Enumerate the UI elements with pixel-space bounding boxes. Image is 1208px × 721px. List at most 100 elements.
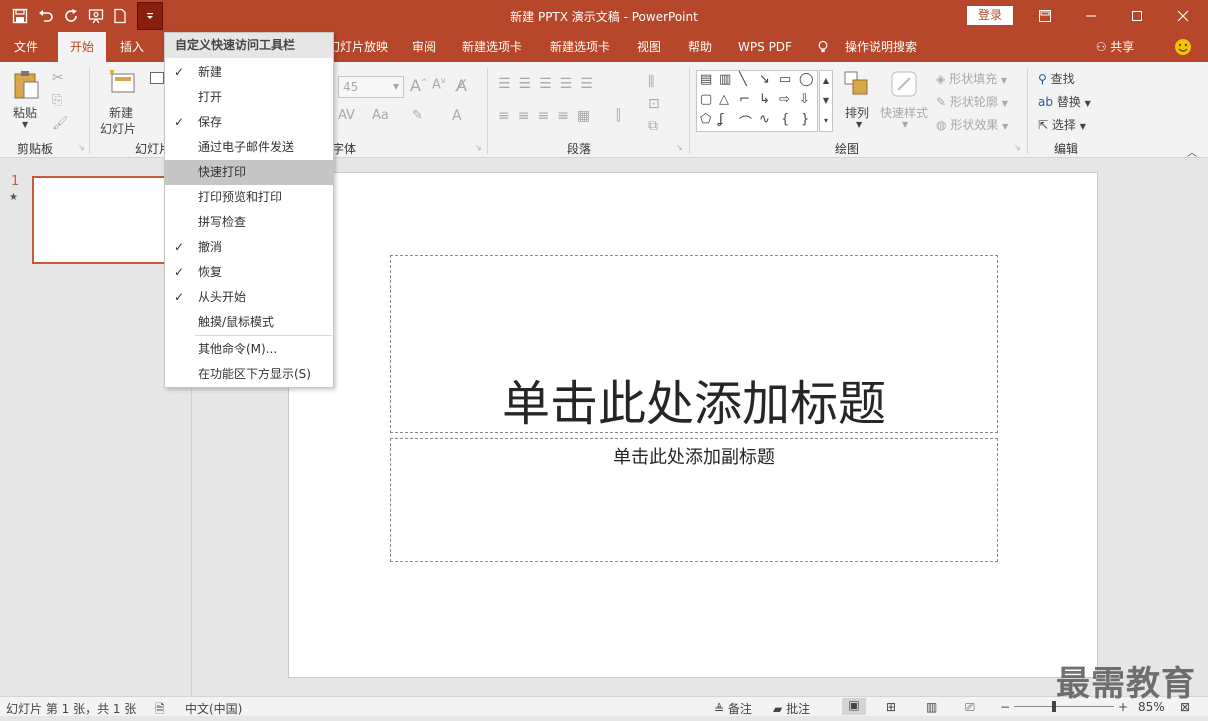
tab-wps-pdf[interactable]: WPS PDF	[728, 32, 802, 62]
tab-new-tab-2[interactable]: 新建选项卡	[540, 32, 620, 62]
paragraph-launcher-icon[interactable]: ↘	[676, 143, 683, 152]
textbox-shape-icon[interactable]: ▤	[700, 72, 712, 87]
arrow-line-icon[interactable]: ↘	[759, 72, 770, 87]
smiley-feedback-icon[interactable]	[1172, 32, 1194, 62]
subtitle-placeholder[interactable]: 单击此处添加副标题	[390, 438, 998, 562]
shapes-gallery[interactable]: ▤ ▥ ╲ ↘ ▭ ◯ ▢ △ ⌐ ↳ ⇨ ⇩ ⬠ ʆ ⌒ ∿ { }	[696, 70, 818, 132]
quick-styles-icon[interactable]	[890, 70, 918, 101]
arrange-dropdown-icon[interactable]: ▼	[856, 120, 862, 129]
tab-review[interactable]: 审阅	[400, 32, 448, 62]
customize-qat-icon[interactable]	[137, 2, 163, 30]
quick-styles-dropdown-icon[interactable]: ▼	[902, 120, 908, 129]
tell-me-search[interactable]: 操作说明搜索	[836, 32, 926, 62]
ribbon-display-options-icon[interactable]	[1022, 0, 1068, 32]
curve-shape-icon[interactable]: ∿	[759, 112, 770, 127]
triangle-shape-icon[interactable]: △	[719, 92, 729, 107]
comments-button[interactable]: ▰ 批注	[773, 700, 810, 717]
tab-new-tab-1[interactable]: 新建选项卡	[452, 32, 532, 62]
share-button[interactable]: ⚇ 共享	[1090, 32, 1140, 62]
replace-button[interactable]: ab 替换 ▼	[1038, 93, 1091, 110]
shape-fill-button[interactable]: ◈ 形状填充 ▼	[936, 70, 1007, 87]
menu-item-email[interactable]: 通过电子邮件发送	[165, 135, 333, 160]
normal-view-icon[interactable]: ▣	[842, 698, 866, 715]
save-icon[interactable]	[8, 3, 32, 29]
title-placeholder[interactable]: 单击此处添加标题	[390, 255, 998, 433]
elbow-connector-icon[interactable]: ↳	[759, 92, 770, 107]
down-arrow-shape-icon[interactable]: ⇩	[799, 92, 810, 107]
shapes-scroll[interactable]: ▲ ▼ ▾	[819, 70, 833, 132]
language-indicator[interactable]: 中文(中国)	[185, 700, 242, 717]
font-size-combobox[interactable]: 45 ▼	[338, 76, 404, 98]
tab-home[interactable]: 开始	[58, 32, 106, 62]
vertical-textbox-icon[interactable]: ▥	[719, 72, 731, 87]
maximize-icon[interactable]	[1114, 0, 1160, 32]
zoom-out-icon[interactable]: −	[1000, 700, 1010, 714]
find-button[interactable]: ⚲ 查找	[1038, 70, 1075, 87]
shape-outline-button[interactable]: ✎ 形状轮廓 ▼	[936, 93, 1008, 110]
login-button[interactable]: 登录	[967, 6, 1013, 25]
quick-styles-label[interactable]: 快速样式	[880, 104, 928, 121]
new-slide-icon[interactable]	[108, 68, 138, 99]
paste-dropdown-icon[interactable]: ▼	[22, 120, 28, 129]
new-slide-label-2[interactable]: 幻灯片	[100, 120, 136, 137]
arc-shape-icon[interactable]: ⌒	[739, 112, 752, 131]
slide-thumbnail-1[interactable]	[32, 176, 166, 264]
redo-icon[interactable]	[60, 3, 84, 29]
start-slideshow-icon[interactable]	[84, 3, 108, 29]
arrange-label[interactable]: 排列	[845, 104, 869, 121]
new-file-icon[interactable]	[108, 3, 132, 29]
clear-formatting-icon[interactable]: A̸	[456, 76, 467, 95]
collapse-ribbon-icon[interactable]: ︿	[1187, 144, 1197, 159]
decrease-font-icon[interactable]: Av	[432, 76, 446, 92]
tab-file[interactable]: 文件	[2, 32, 50, 62]
paste-label[interactable]: 粘贴	[13, 104, 37, 121]
tab-view[interactable]: 视图	[626, 32, 672, 62]
font-launcher-icon[interactable]: ↘	[475, 143, 482, 152]
cut-icon[interactable]: ✂	[52, 70, 64, 86]
font-color-icon[interactable]: A	[452, 108, 462, 124]
menu-item-spelling[interactable]: 拼写检查	[165, 210, 333, 235]
copy-icon[interactable]: ⎘	[52, 93, 62, 108]
paragraph-list-icons[interactable]: ☰☰☰☰☰	[498, 76, 601, 92]
slideshow-view-icon[interactable]: ⎚	[965, 700, 975, 715]
columns-icon[interactable]: ⫿	[616, 108, 620, 124]
menu-item-more-commands[interactable]: 其他命令(M)...	[165, 337, 333, 362]
align-text-icon[interactable]: ⊡	[648, 96, 660, 112]
menu-item-new[interactable]: ✓ 新建	[165, 60, 333, 85]
menu-item-open[interactable]: 打开	[165, 85, 333, 110]
shape-effects-button[interactable]: ◍ 形状效果 ▼	[936, 116, 1008, 133]
tab-help[interactable]: 帮助	[678, 32, 722, 62]
minimize-icon[interactable]	[1068, 0, 1114, 32]
rounded-rect-icon[interactable]: ▢	[700, 92, 712, 107]
change-case-icon[interactable]: Aa	[372, 108, 389, 123]
smartart-icon[interactable]: ⧉	[648, 118, 658, 134]
menu-item-quick-print[interactable]: 快速打印	[165, 160, 333, 185]
menu-item-save[interactable]: ✓ 保存	[165, 110, 333, 135]
spell-check-icon[interactable]: 🗎	[155, 700, 165, 721]
close-icon[interactable]	[1160, 0, 1206, 32]
menu-item-from-beginning[interactable]: ✓ 从头开始	[165, 285, 333, 310]
left-brace-icon[interactable]: {	[781, 112, 789, 127]
drawing-launcher-icon[interactable]: ↘	[1014, 143, 1021, 152]
rectangle-shape-icon[interactable]: ▭	[779, 72, 791, 87]
menu-item-undo[interactable]: ✓ 撤消	[165, 235, 333, 260]
menu-item-redo[interactable]: ✓ 恢复	[165, 260, 333, 285]
zoom-slider[interactable]	[1014, 706, 1114, 707]
oval-shape-icon[interactable]: ◯	[799, 72, 814, 87]
menu-item-touch-mode[interactable]: 触摸/鼠标模式	[165, 310, 333, 335]
increase-font-icon[interactable]: A^	[410, 76, 428, 95]
notes-button[interactable]: ≜ 备注	[714, 700, 752, 717]
arrange-icon[interactable]	[843, 70, 871, 101]
tab-insert[interactable]: 插入	[110, 32, 154, 62]
freeform-icon[interactable]: ⬠	[700, 112, 711, 127]
right-arrow-shape-icon[interactable]: ⇨	[779, 92, 790, 107]
scribble-icon[interactable]: ʆ	[719, 112, 723, 127]
paste-icon[interactable]	[12, 70, 40, 103]
new-slide-label-1[interactable]: 新建	[109, 104, 133, 121]
right-brace-icon[interactable]: }	[801, 112, 809, 127]
line-shape-icon[interactable]: ╲	[739, 72, 747, 87]
layout-icon[interactable]	[150, 72, 164, 87]
text-direction-icon[interactable]: ⫼	[648, 74, 654, 90]
clipboard-launcher-icon[interactable]: ↘	[78, 143, 85, 152]
undo-icon[interactable]	[32, 3, 60, 29]
